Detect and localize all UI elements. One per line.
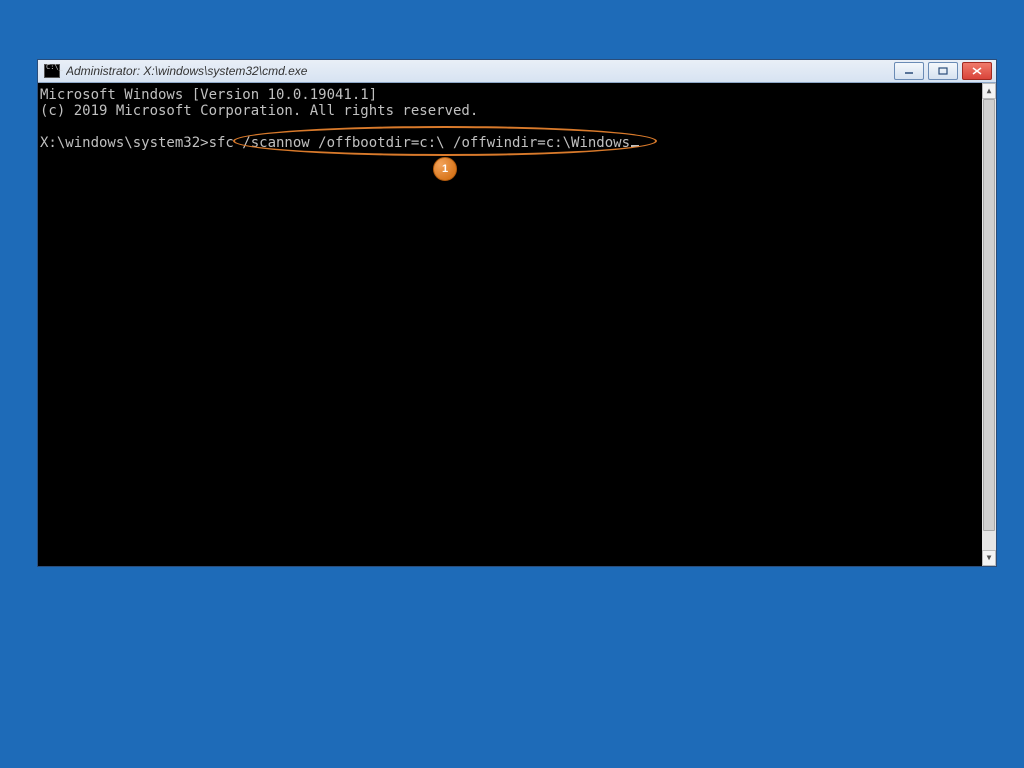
minimize-button[interactable] <box>894 62 924 80</box>
annotation-step-badge: 1 <box>433 157 457 181</box>
scroll-thumb[interactable] <box>983 99 995 531</box>
minimize-icon <box>904 67 914 75</box>
scroll-down-button[interactable]: ▼ <box>982 550 996 566</box>
maximize-icon <box>938 67 948 75</box>
maximize-button[interactable] <box>928 62 958 80</box>
cmd-window: Administrator: X:\windows\system32\cmd.e… <box>37 59 997 567</box>
output-line: (c) 2019 Microsoft Corporation. All righ… <box>40 103 478 119</box>
cursor <box>631 145 639 147</box>
scroll-track[interactable] <box>982 99 996 550</box>
console-output[interactable]: Microsoft Windows [Version 10.0.19041.1]… <box>38 83 996 566</box>
close-button[interactable] <box>962 62 992 80</box>
close-icon <box>972 67 982 75</box>
typed-command: sfc /scannow /offbootdir=c:\ /offwindir=… <box>209 135 630 151</box>
prompt: X:\windows\system32> <box>40 135 209 151</box>
cmd-icon <box>44 64 60 78</box>
window-title: Administrator: X:\windows\system32\cmd.e… <box>66 64 894 78</box>
scroll-up-button[interactable]: ▲ <box>982 83 996 99</box>
output-line: Microsoft Windows [Version 10.0.19041.1] <box>40 87 377 103</box>
titlebar[interactable]: Administrator: X:\windows\system32\cmd.e… <box>38 60 996 83</box>
window-controls <box>894 62 992 80</box>
vertical-scrollbar[interactable]: ▲ ▼ <box>982 83 996 566</box>
